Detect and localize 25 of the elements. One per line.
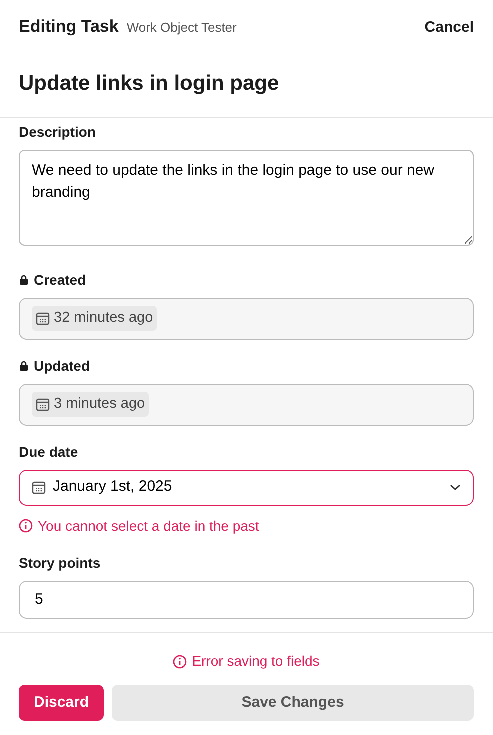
error-message: Error saving to fields — [192, 652, 320, 671]
date-picker[interactable]: January 1st, 2025 — [19, 470, 474, 506]
task-title: Update links in login page — [19, 70, 280, 96]
field-label: Updated — [34, 356, 90, 376]
lock-icon — [19, 274, 29, 286]
description-field[interactable]: We need to update the links in the login page to use our new branding — [19, 150, 474, 246]
story-points-field[interactable]: 5 — [19, 580, 474, 618]
field-label: Story points — [19, 554, 101, 573]
header-title: Editing Task — [19, 16, 119, 38]
timestamp-text: 3 minutes ago — [54, 394, 146, 414]
cancel-button[interactable]: Cancel — [424, 17, 474, 40]
info-icon — [173, 654, 188, 668]
field-label: Due date — [19, 442, 78, 462]
lock-icon — [19, 360, 29, 372]
calendar-icon — [36, 312, 50, 326]
timestamp-text: 32 minutes ago — [54, 308, 154, 328]
chevron-down-icon — [450, 484, 461, 492]
discard-button[interactable]: Discard — [19, 685, 104, 721]
calendar-icon — [32, 480, 46, 494]
header-subtitle: Work Object Tester — [126, 19, 237, 37]
error-message: You cannot select a date in the past — [38, 516, 260, 536]
info-icon — [19, 519, 33, 533]
calendar-icon — [36, 398, 50, 412]
field-label: Created — [34, 270, 86, 290]
field-label: Description — [19, 123, 96, 142]
